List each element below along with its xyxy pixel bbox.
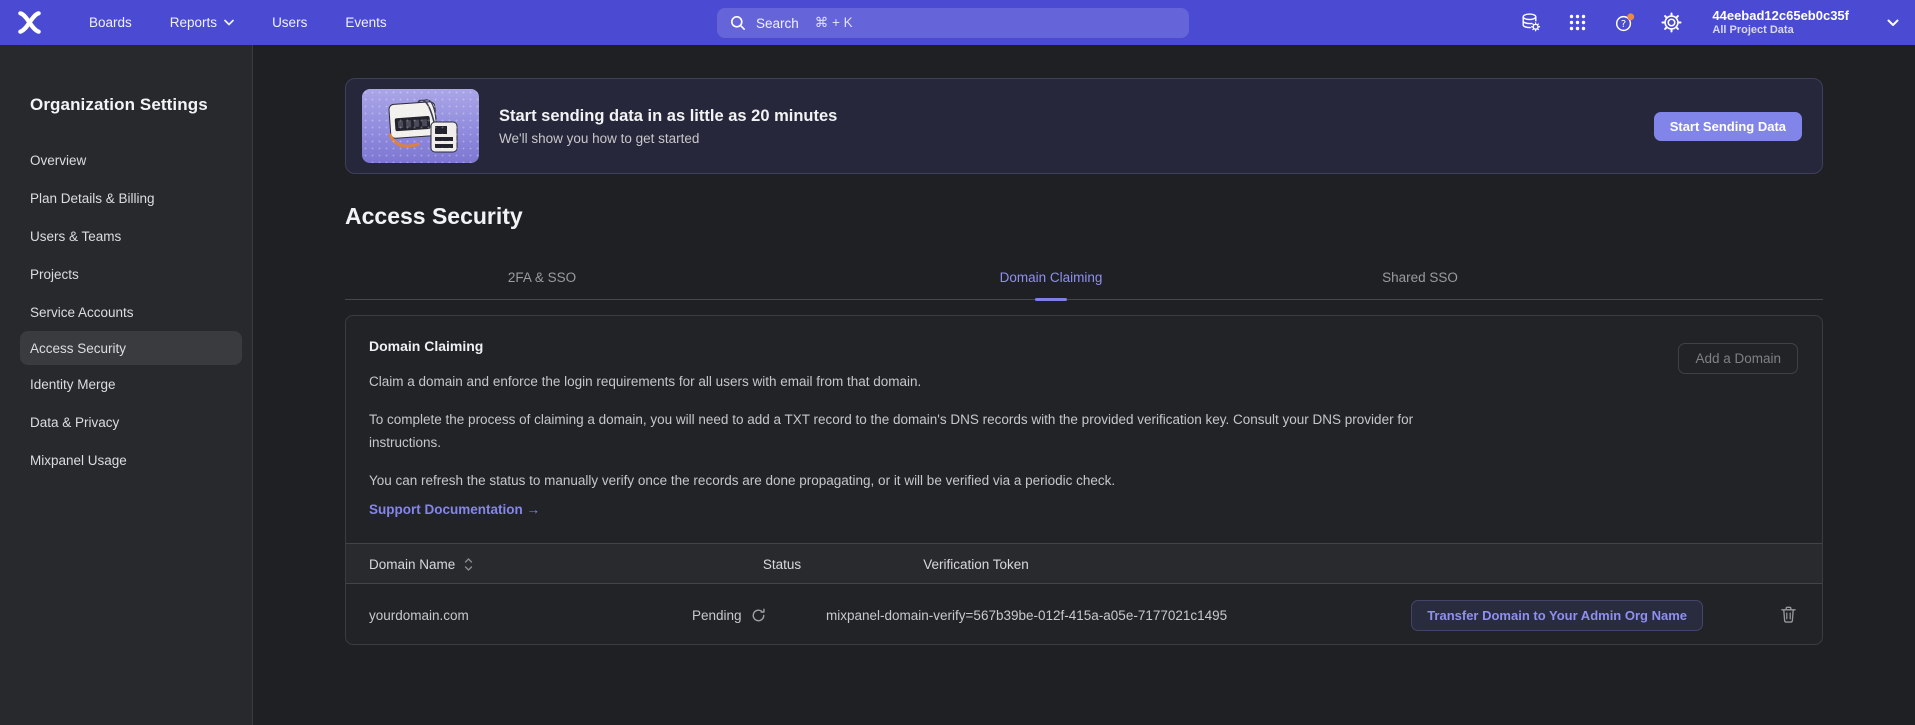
nav-right-cluster: ? 44eebad12c65eb0c35f	[1520, 0, 1899, 45]
column-header-verification-token: Verification Token	[923, 544, 1029, 585]
column-header-domain-name[interactable]: Domain Name	[369, 544, 473, 585]
sidebar-item-mixpanel-usage[interactable]: Mixpanel Usage	[0, 441, 252, 479]
status-cell: Pending	[692, 584, 766, 645]
getting-started-illustration	[362, 89, 479, 163]
search-shortcut: ⌘ + K	[815, 15, 853, 31]
settings-gear-icon[interactable]	[1661, 12, 1682, 33]
notification-badge	[1628, 13, 1635, 20]
app-window: Boards Reports Users Events Search ⌘ + K	[0, 0, 1915, 725]
tab-domain-claiming[interactable]: Domain Claiming	[1000, 270, 1103, 285]
page-title: Access Security	[345, 203, 523, 230]
column-header-domain-name-label: Domain Name	[369, 557, 455, 572]
column-header-status: Status	[763, 544, 801, 585]
search-placeholder: Search	[756, 16, 799, 31]
nav-items: Boards Reports Users Events	[89, 15, 387, 30]
nav-item-reports[interactable]: Reports	[170, 15, 234, 30]
panel-description-3: You can refresh the status to manually v…	[369, 469, 1115, 492]
sort-icon[interactable]	[464, 557, 473, 572]
refresh-status-icon[interactable]	[751, 608, 766, 623]
trash-icon	[1780, 605, 1797, 624]
project-name: All Project Data	[1712, 24, 1849, 38]
start-sending-data-button[interactable]: Start Sending Data	[1654, 112, 1802, 141]
domain-name-cell: yourdomain.com	[369, 584, 469, 645]
search-input[interactable]: Search ⌘ + K	[717, 8, 1189, 38]
verification-token-cell: mixpanel-domain-verify=567b39be-012f-415…	[826, 584, 1227, 645]
main-content: Start sending data in as little as 20 mi…	[254, 45, 1915, 725]
sidebar-menu: Overview Plan Details & Billing Users & …	[0, 141, 252, 479]
top-nav: Boards Reports Users Events Search ⌘ + K	[0, 0, 1915, 45]
sidebar-item-users-teams[interactable]: Users & Teams	[0, 217, 252, 255]
getting-started-banner: Start sending data in as little as 20 mi…	[345, 78, 1823, 174]
chevron-down-icon	[224, 19, 234, 26]
tab-2fa-sso[interactable]: 2FA & SSO	[508, 270, 576, 285]
sidebar-item-service-accounts[interactable]: Service Accounts	[0, 293, 252, 331]
domain-claiming-panel: Domain Claiming Claim a domain and enfor…	[345, 315, 1823, 645]
access-security-tabs: 2FA & SSO Domain Claiming Shared SSO	[345, 258, 1823, 300]
sidebar-item-data-privacy[interactable]: Data & Privacy	[0, 403, 252, 441]
add-domain-button[interactable]: Add a Domain	[1678, 343, 1798, 374]
nav-item-users[interactable]: Users	[272, 15, 307, 30]
org-id: 44eebad12c65eb0c35f	[1712, 8, 1849, 24]
sidebar-item-projects[interactable]: Projects	[0, 255, 252, 293]
nav-item-boards-label: Boards	[89, 15, 132, 30]
panel-description-2: To complete the process of claiming a do…	[369, 408, 1464, 454]
nav-item-reports-label: Reports	[170, 15, 217, 30]
database-settings-icon[interactable]	[1520, 12, 1541, 33]
panel-description-1: Claim a domain and enforce the login req…	[369, 370, 921, 393]
mixpanel-logo[interactable]	[16, 9, 43, 36]
delete-domain-button[interactable]	[1778, 605, 1798, 625]
account-switcher[interactable]: 44eebad12c65eb0c35f All Project Data	[1712, 8, 1849, 38]
nav-item-events[interactable]: Events	[345, 15, 386, 30]
domain-table-row: yourdomain.com Pending mixpanel-domain-v…	[346, 584, 1822, 645]
transfer-domain-button[interactable]: Transfer Domain to Your Admin Org Name	[1411, 600, 1703, 631]
status-pending-label: Pending	[692, 608, 742, 623]
mixpanel-logo-icon	[16, 9, 43, 36]
banner-title: Start sending data in as little as 20 mi…	[499, 107, 837, 126]
sidebar-title: Organization Settings	[0, 45, 252, 115]
banner-text: Start sending data in as little as 20 mi…	[499, 107, 837, 146]
banner-subtitle: We'll show you how to get started	[499, 131, 837, 146]
account-chevron-down-icon[interactable]	[1887, 19, 1899, 27]
search-icon	[730, 15, 746, 31]
nav-item-boards[interactable]: Boards	[89, 15, 132, 30]
support-documentation-link[interactable]: Support Documentation →	[369, 502, 540, 517]
sidebar-item-access-security[interactable]: Access Security	[20, 331, 242, 365]
nav-item-events-label: Events	[345, 15, 386, 30]
panel-title: Domain Claiming	[369, 338, 483, 354]
org-settings-sidebar: Organization Settings Overview Plan Deta…	[0, 45, 253, 725]
sidebar-item-overview[interactable]: Overview	[0, 141, 252, 179]
active-tab-indicator	[1035, 298, 1067, 301]
sidebar-item-identity-merge[interactable]: Identity Merge	[0, 365, 252, 403]
apps-grid-icon[interactable]	[1567, 12, 1588, 33]
domains-table-header: Domain Name Status Verification Token	[346, 543, 1822, 584]
sidebar-item-plan-details-billing[interactable]: Plan Details & Billing	[0, 179, 252, 217]
nav-item-users-label: Users	[272, 15, 307, 30]
svg-text:?: ?	[1621, 19, 1626, 30]
help-icon[interactable]: ?	[1614, 12, 1635, 33]
tab-shared-sso[interactable]: Shared SSO	[1382, 270, 1458, 285]
